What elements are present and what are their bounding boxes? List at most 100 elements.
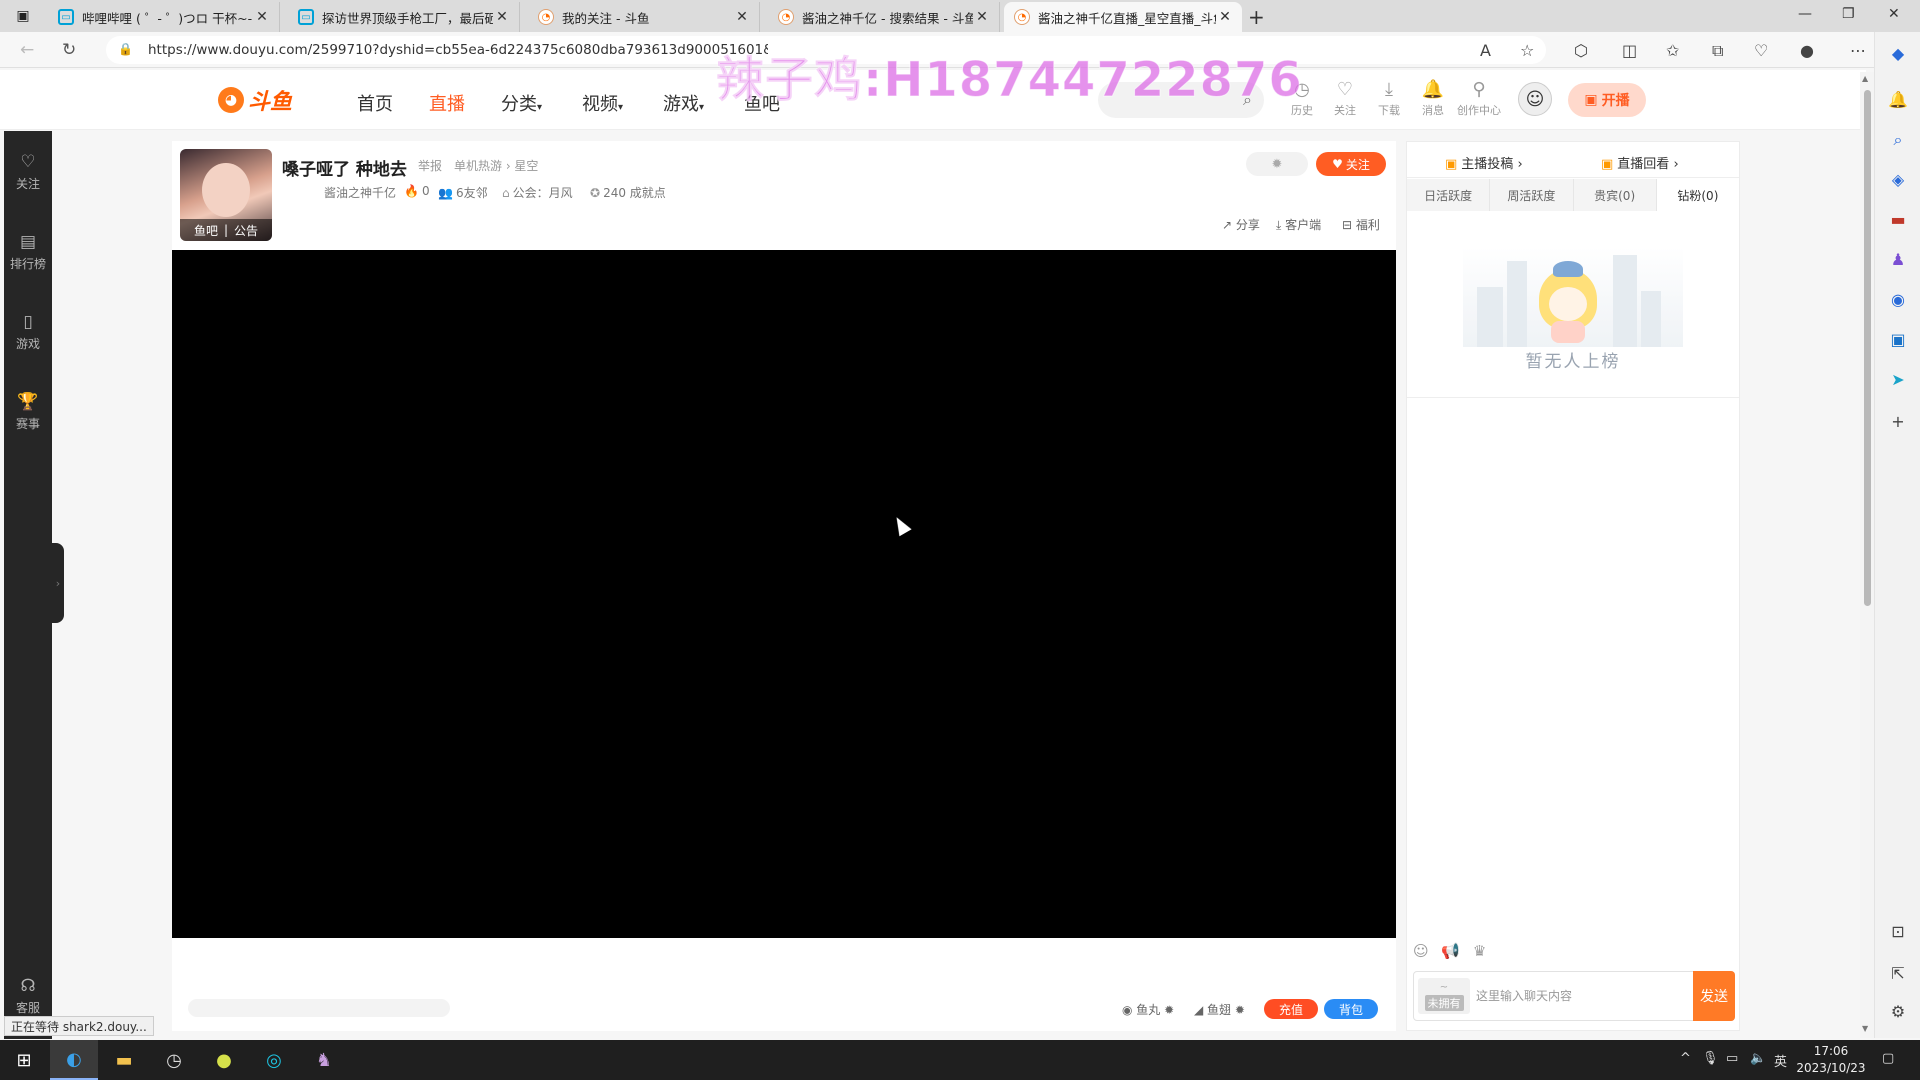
yuba-badge[interactable]: 鱼吧 xyxy=(194,222,218,239)
split-screen-icon[interactable]: ◫ xyxy=(1622,41,1637,60)
guild-info[interactable]: ⌂ 公会：月风 xyxy=(502,184,573,201)
tray-expand-icon[interactable]: ^ xyxy=(1680,1051,1691,1066)
scrollbar-thumb[interactable] xyxy=(1864,90,1871,606)
send-icon[interactable]: ➤ xyxy=(1875,370,1920,389)
tab-diamond-fans[interactable]: 钻粉(0) xyxy=(1656,179,1739,211)
scroll-down-icon[interactable]: ▼ xyxy=(1862,1024,1868,1033)
start-live-button[interactable]: ▣ 开播 xyxy=(1568,83,1646,117)
browser-tab[interactable]: ▭ 哔哩哔哩 ( ゜- ゜)つロ 干杯~-bilibili ✕ xyxy=(48,2,280,32)
user-avatar[interactable]: ☺ xyxy=(1518,82,1552,116)
office-icon[interactable]: ◉ xyxy=(1875,290,1920,309)
search-icon[interactable]: ⌕ xyxy=(1243,90,1252,110)
new-tab-icon[interactable]: + xyxy=(1248,5,1265,29)
url-field[interactable]: 🔒 https://www.douyu.com/2599710?dyshid=c… xyxy=(106,36,1546,64)
network-icon[interactable]: ▭ xyxy=(1726,1051,1738,1066)
client-button[interactable]: ⤓ 客户端 xyxy=(1276,216,1321,233)
bell-icon[interactable]: 🔔 xyxy=(1875,90,1920,109)
reload-icon[interactable]: ↻ xyxy=(62,40,76,60)
sidebar-item-game[interactable]: ▯ 游戏 xyxy=(4,311,52,352)
nav-game[interactable]: 游戏▾ xyxy=(663,90,704,116)
settings-gear-icon[interactable]: ⚙ xyxy=(1875,1002,1920,1021)
fan-badge-placeholder[interactable]: ~ 未拥有 xyxy=(1418,978,1470,1014)
outlook-icon[interactable]: ▣ xyxy=(1875,330,1920,349)
close-tab-icon[interactable]: ✕ xyxy=(493,9,511,25)
browser-tab[interactable]: ◔ 我的关注 - 斗鱼 ✕ xyxy=(528,2,760,32)
video-player[interactable] xyxy=(172,250,1396,938)
open-external-icon[interactable]: ⇱ xyxy=(1875,964,1920,983)
friends-count[interactable]: 👥 6友邻 xyxy=(438,184,488,201)
windows-start-icon[interactable]: ⊞ xyxy=(0,1040,48,1080)
nav-yuba[interactable]: 鱼吧 xyxy=(744,90,780,116)
toolbox-icon[interactable]: ▬ xyxy=(1875,210,1920,229)
close-tab-icon[interactable]: ✕ xyxy=(733,9,751,25)
browser-tab[interactable]: ◔ 酱油之神千亿 - 搜索结果 - 斗鱼直播 ✕ xyxy=(768,2,1000,32)
copilot-icon[interactable]: ◆ xyxy=(1875,44,1920,63)
back-icon[interactable]: ← xyxy=(20,40,34,60)
profile-icon[interactable]: ● xyxy=(1800,41,1814,60)
minimize-icon[interactable]: — xyxy=(1798,6,1812,22)
header-message[interactable]: 🔔 消息 xyxy=(1416,80,1450,118)
sidebar-item-match[interactable]: 🏆 赛事 xyxy=(4,391,52,432)
add-icon[interactable]: + xyxy=(1875,412,1920,431)
tab-vip[interactable]: 贵宾(0) xyxy=(1574,179,1657,211)
notice-badge[interactable]: 公告 xyxy=(234,222,258,239)
header-follow[interactable]: ♡ 关注 xyxy=(1328,80,1362,118)
games-icon[interactable]: ♟ xyxy=(1875,250,1920,269)
search-icon[interactable]: ⌕ xyxy=(1875,130,1920,150)
file-explorer-icon[interactable]: ▬ xyxy=(100,1040,148,1080)
browser-tab[interactable]: ▭ 探访世界顶级手枪工厂，最后砸... ✕ xyxy=(288,2,520,32)
emoji-icon[interactable]: ☺ xyxy=(1413,942,1429,960)
close-tab-icon[interactable]: ✕ xyxy=(973,9,991,25)
send-button[interactable]: 发送 xyxy=(1693,971,1735,1021)
collections-icon[interactable]: ⧉ xyxy=(1712,41,1723,61)
nav-video[interactable]: 视频▾ xyxy=(582,90,623,116)
restore-icon[interactable]: ❐ xyxy=(1842,6,1855,22)
nav-category[interactable]: 分类▾ xyxy=(501,90,542,116)
clock-app-icon[interactable]: ◷ xyxy=(150,1040,198,1080)
anchor-name[interactable]: 酱油之神千亿 xyxy=(324,184,396,201)
app-icon[interactable]: ● xyxy=(200,1040,248,1080)
megaphone-icon[interactable]: 📢 xyxy=(1441,942,1460,960)
extensions-icon[interactable]: ⬡ xyxy=(1574,41,1588,60)
tab-weekly-activity[interactable]: 周活跃度 xyxy=(1490,179,1574,211)
anchor-submission-link[interactable]: ▣ 主播投稿 › xyxy=(1445,153,1523,172)
close-window-icon[interactable]: ✕ xyxy=(1888,6,1900,22)
chat-input[interactable] xyxy=(1476,978,1688,1014)
close-tab-icon[interactable]: ✕ xyxy=(1216,9,1234,25)
douyu-logo[interactable]: ◕ 斗鱼 xyxy=(218,84,300,116)
browser-tab-active[interactable]: ◔ 酱油之神千亿直播_星空直播_斗鱼 ✕ xyxy=(1004,2,1242,32)
notification-icon[interactable]: ▢ xyxy=(1882,1051,1894,1066)
follow-button[interactable]: ♥ 关注 xyxy=(1316,152,1386,176)
edge-browser-icon[interactable]: ◐ xyxy=(50,1040,98,1080)
achievement-points[interactable]: ✪ 240 成就点 xyxy=(590,184,666,201)
tag-icon[interactable]: ◈ xyxy=(1875,170,1920,189)
favorite-star-icon[interactable]: ☆ xyxy=(1520,41,1534,60)
share-button[interactable]: ↗ 分享 xyxy=(1222,216,1260,233)
scroll-up-icon[interactable]: ▲ xyxy=(1862,74,1868,83)
crown-icon[interactable]: ♛ xyxy=(1473,942,1486,960)
more-menu-icon[interactable]: ⋯ xyxy=(1850,41,1866,60)
anchor-avatar[interactable]: 鱼吧 | 公告 xyxy=(180,149,272,241)
room-category[interactable]: 单机热游 › 星空 xyxy=(454,157,538,174)
screenshot-icon[interactable]: ⊡ xyxy=(1875,922,1920,941)
replay-link[interactable]: ▣ 直播回看 › xyxy=(1601,153,1679,172)
report-link[interactable]: 举报 xyxy=(418,157,442,174)
close-tab-icon[interactable]: ✕ xyxy=(253,9,271,25)
performance-icon[interactable]: ♡ xyxy=(1754,41,1768,60)
sidebar-item-follow[interactable]: ♡ 关注 xyxy=(4,151,52,192)
nav-live[interactable]: 直播 xyxy=(429,90,465,116)
search-input[interactable]: ⌕ xyxy=(1098,82,1264,118)
sidebar-item-service[interactable]: ☊ 客服 xyxy=(4,975,52,1016)
recharge-button[interactable]: 充值 xyxy=(1264,999,1318,1019)
read-aloud-icon[interactable]: A xyxy=(1480,41,1491,60)
tab-daily-activity[interactable]: 日活跃度 xyxy=(1407,179,1491,211)
app-icon[interactable]: ◎ xyxy=(250,1040,298,1080)
ime-indicator[interactable]: 英 xyxy=(1774,1051,1787,1070)
sidebar-item-ranking[interactable]: ▤ 排行榜 xyxy=(4,231,52,272)
system-clock[interactable]: 17:06 2023/10/23 xyxy=(1796,1043,1866,1077)
nav-home[interactable]: 首页 xyxy=(357,90,393,116)
sidebar-expand-handle[interactable]: › xyxy=(52,543,64,623)
page-scrollbar[interactable]: ▲ ▼ xyxy=(1860,72,1874,1038)
microphone-icon[interactable]: 🎙 xyxy=(1702,1051,1719,1066)
header-download[interactable]: ⤓ 下载 xyxy=(1372,80,1406,118)
